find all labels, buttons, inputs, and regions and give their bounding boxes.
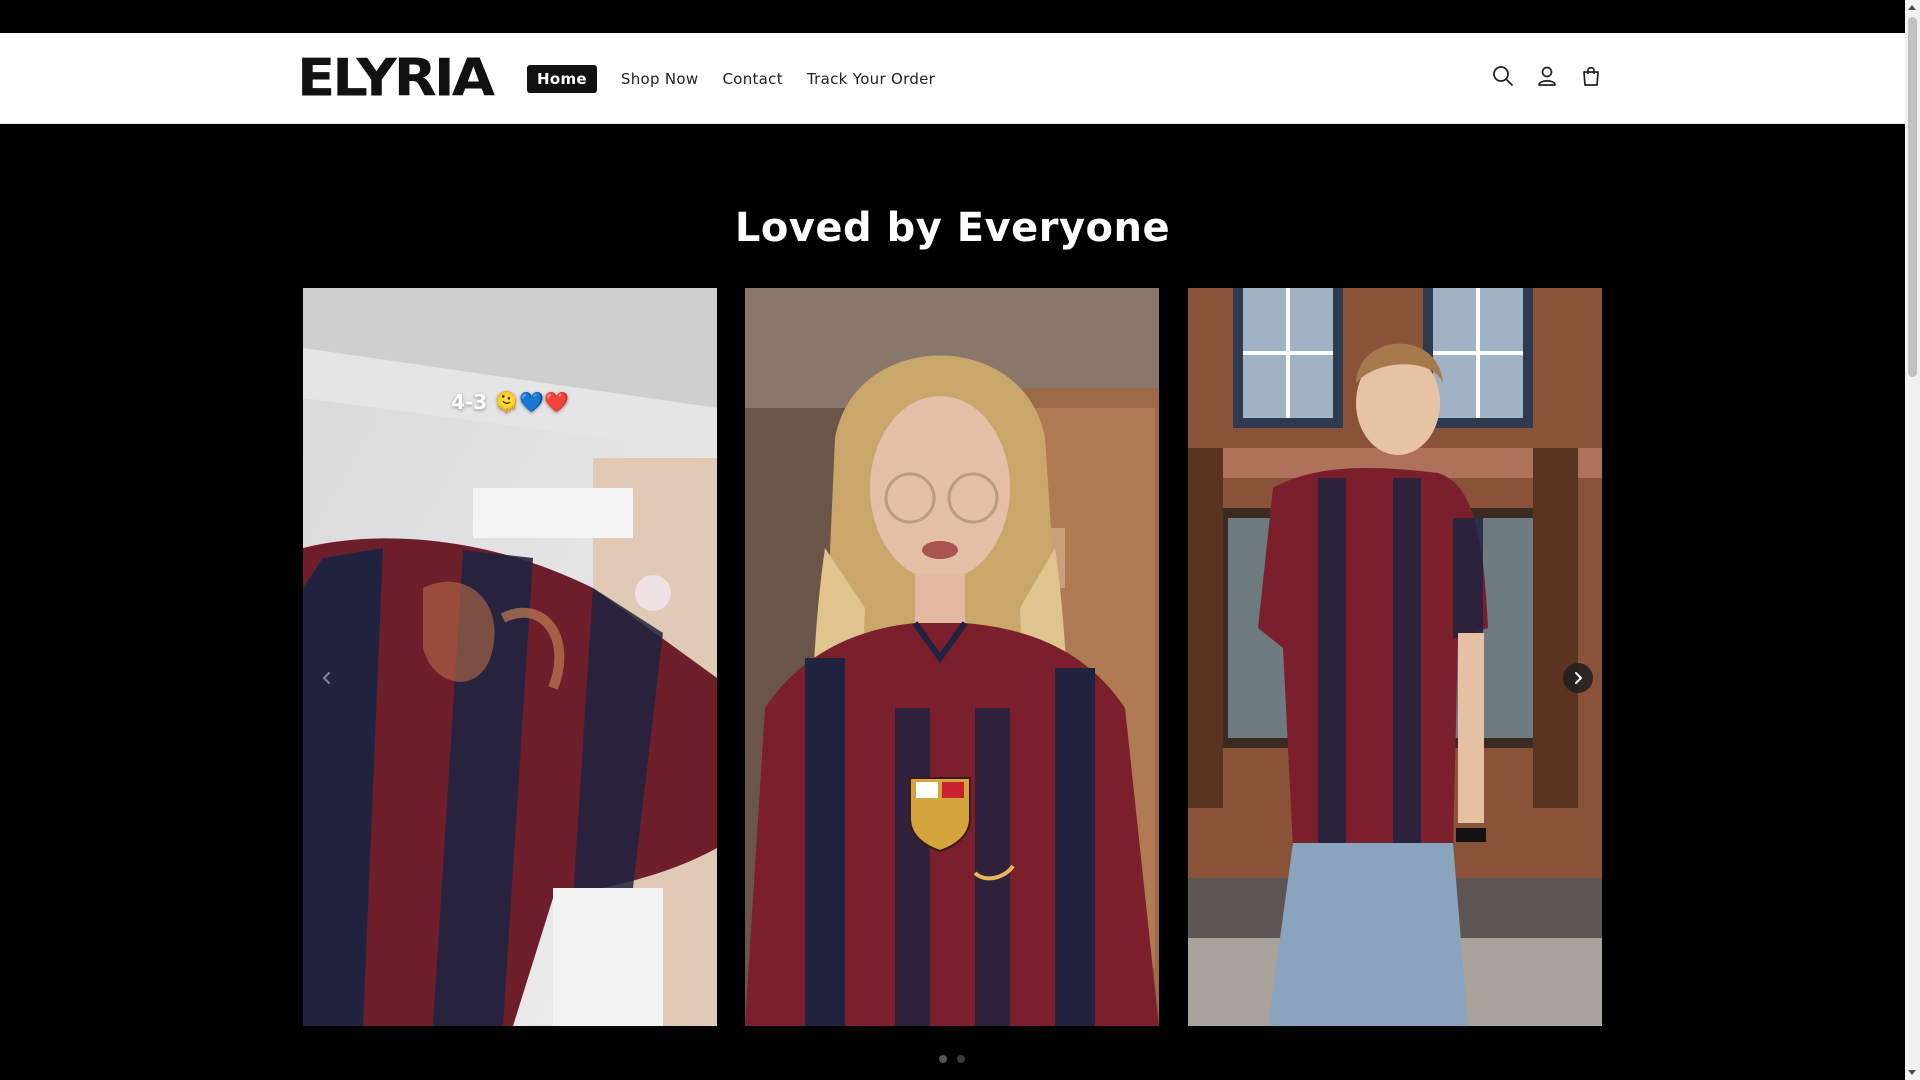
announcement-bar bbox=[0, 0, 1905, 33]
nav-item-shop-now[interactable]: Shop Now bbox=[611, 65, 709, 93]
scroll-up-arrow[interactable] bbox=[1908, 5, 1916, 10]
nav-item-contact[interactable]: Contact bbox=[712, 65, 792, 93]
video-slide-1[interactable]: 4-3 🫠💙❤️ bbox=[303, 288, 717, 1026]
account-icon[interactable] bbox=[1534, 63, 1560, 89]
chevron-left-icon bbox=[323, 672, 330, 684]
carousel-dot-1[interactable] bbox=[939, 1055, 947, 1063]
nav-item-home[interactable]: Home bbox=[527, 65, 597, 93]
search-icon[interactable] bbox=[1490, 63, 1516, 89]
carousel-dot-2[interactable] bbox=[957, 1055, 965, 1063]
brand-logo[interactable]: ELYRIA bbox=[297, 53, 495, 105]
video-slide-2[interactable] bbox=[745, 288, 1159, 1026]
main-nav: Home Shop Now Contact Track Your Order bbox=[527, 65, 949, 93]
scroll-down-arrow[interactable] bbox=[1908, 1070, 1916, 1075]
cart-icon[interactable] bbox=[1578, 63, 1604, 89]
section-title: Loved by Everyone bbox=[734, 205, 1171, 251]
page-scrollbar[interactable] bbox=[1905, 0, 1920, 1080]
scroll-thumb[interactable] bbox=[1908, 17, 1917, 377]
site-header: ELYRIA Home Shop Now Contact Track Your … bbox=[0, 33, 1905, 124]
nav-item-track-order[interactable]: Track Your Order bbox=[797, 65, 945, 93]
chevron-right-icon bbox=[1575, 672, 1582, 684]
carousel-prev-button[interactable] bbox=[312, 663, 342, 693]
carousel-next-button[interactable] bbox=[1563, 663, 1593, 693]
slide-2-image bbox=[745, 288, 1159, 1026]
slide-3-image bbox=[1188, 288, 1602, 1026]
page: ELYRIA Home Shop Now Contact Track Your … bbox=[0, 0, 1905, 1080]
slide-1-caption: 4-3 🫠💙❤️ bbox=[451, 390, 569, 414]
video-slide-3[interactable] bbox=[1188, 288, 1602, 1026]
carousel-dots bbox=[939, 1055, 965, 1063]
header-icons bbox=[1490, 63, 1604, 89]
